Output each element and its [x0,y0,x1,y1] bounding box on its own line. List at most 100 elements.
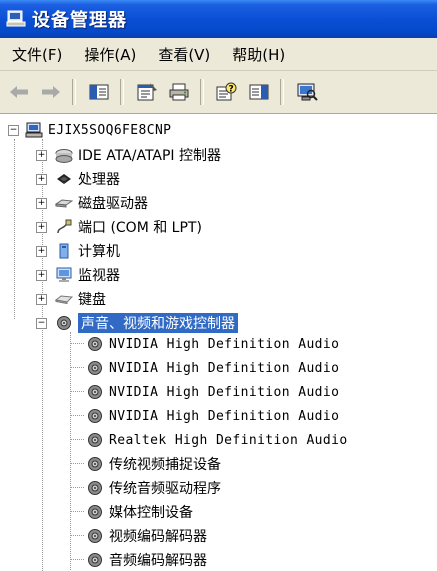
expand-toggle[interactable]: + [36,269,47,281]
tree-device[interactable]: NVIDIA High Definition Audio [86,357,339,379]
expand-toggle[interactable]: + [36,173,47,185]
menu-action[interactable]: 操作(A) [84,44,136,65]
keyboard-icon [54,291,74,307]
help-button[interactable]: ? [214,79,240,105]
device-manager-app-icon [6,10,26,28]
device-label: Realtek High Definition Audio [109,432,348,448]
category-label: 键盘 [78,292,106,308]
device-label: 视频编码解码器 [109,529,207,545]
sound-video-game-icon [55,315,73,331]
menu-file[interactable]: 文件(F) [12,44,62,65]
category-label: 磁盘驱动器 [78,196,148,212]
tree-connector [70,391,84,392]
tree-category[interactable]: + 磁盘驱动器 [36,192,148,214]
tree-device[interactable]: 音频编码解码器 [86,549,207,571]
expand-toggle[interactable]: + [36,197,47,209]
device-label: 媒体控制设备 [109,505,193,521]
tree-category[interactable]: + 键盘 [36,288,106,310]
tree-connector [70,487,84,488]
device-manager-window: 设备管理器 文件(F) 操作(A) 查看(V) 帮助(H) ? − EJIX5S… [0,0,437,571]
audio-device-icon [86,456,104,472]
tree-device[interactable]: 传统视频捕捉设备 [86,453,221,475]
expand-toggle[interactable]: + [36,221,47,233]
forward-arrow-icon [42,86,60,98]
toolbar-separator [280,79,284,105]
tree-connector [70,511,84,512]
tree-device[interactable]: NVIDIA High Definition Audio [86,405,339,427]
menu-help[interactable]: 帮助(H) [232,44,285,65]
audio-device-icon [86,360,104,376]
scan-hardware-button[interactable] [294,79,320,105]
device-tree[interactable]: − EJIX5SOQ6FE8CNP + IDE ATA/ATAPI 控制器 + … [0,114,437,571]
tree-device[interactable]: 视频编码解码器 [86,525,207,547]
title-bar[interactable]: 设备管理器 [0,0,437,38]
tree-device[interactable]: 媒体控制设备 [86,501,193,523]
device-label: 传统视频捕捉设备 [109,457,221,473]
device-label: NVIDIA High Definition Audio [109,336,340,352]
tree-connector [70,343,84,344]
back-arrow-icon [10,86,28,98]
device-label: 传统音频驱动程序 [109,481,221,497]
toolbar: ? [0,71,437,114]
audio-device-icon [86,528,104,544]
properties-icon [137,83,157,101]
expand-toggle[interactable]: + [36,245,47,257]
menu-bar: 文件(F) 操作(A) 查看(V) 帮助(H) [0,38,437,71]
tree-category[interactable]: + IDE ATA/ATAPI 控制器 [36,144,221,166]
tree-category[interactable]: + 计算机 [36,240,120,262]
computer-icon [25,122,43,138]
tree-category[interactable]: + 处理器 [36,168,120,190]
tree-connector [70,367,84,368]
print-icon [169,83,189,101]
show-hide-action-pane-button[interactable] [246,79,272,105]
device-label: NVIDIA High Definition Audio [109,384,340,400]
show-hide-console-tree-button[interactable] [86,79,112,105]
computer-name: EJIX5SOQ6FE8CNP [48,122,172,138]
device-label: 音频编码解码器 [109,553,207,569]
tree-device[interactable]: Realtek High Definition Audio [86,429,348,451]
device-label: NVIDIA High Definition Audio [109,408,340,424]
tree-connector [70,439,84,440]
properties-button[interactable] [134,79,160,105]
category-label: 监视器 [78,268,120,284]
help-icon: ? [216,82,237,101]
disk-drive-icon [54,195,74,211]
window-title: 设备管理器 [32,10,127,31]
tree-root[interactable]: − EJIX5SOQ6FE8CNP [8,119,171,141]
port-icon [55,219,73,235]
collapse-toggle[interactable]: − [36,317,47,329]
category-label: 端口 (COM 和 LPT) [78,220,202,236]
tree-category[interactable]: + 端口 (COM 和 LPT) [36,216,202,238]
svg-text:?: ? [229,85,234,95]
ide-controller-icon [55,147,73,163]
computer-icon [55,243,73,259]
audio-device-icon [86,408,104,424]
tree-connector [70,415,84,416]
back-button[interactable] [6,79,32,105]
toolbar-separator [200,79,204,105]
tree-category-selected[interactable]: − 声音、视频和游戏控制器 [36,312,238,334]
menu-view[interactable]: 查看(V) [158,44,210,65]
scan-hardware-icon [297,83,318,101]
audio-device-icon [86,552,104,568]
tree-device[interactable]: 传统音频驱动程序 [86,477,221,499]
forward-button[interactable] [38,79,64,105]
category-label: 声音、视频和游戏控制器 [78,313,238,333]
expand-toggle[interactable]: + [36,149,47,161]
tree-device[interactable]: NVIDIA High Definition Audio [86,333,339,355]
audio-device-icon [86,336,104,352]
monitor-icon [55,267,73,283]
audio-device-icon [86,480,104,496]
expand-toggle[interactable]: + [36,293,47,305]
print-button[interactable] [166,79,192,105]
tree-connector [70,463,84,464]
device-label: NVIDIA High Definition Audio [109,360,340,376]
tree-device[interactable]: NVIDIA High Definition Audio [86,381,339,403]
processor-icon [55,171,73,187]
toolbar-separator [120,79,124,105]
tree-category[interactable]: + 监视器 [36,264,120,286]
tree-connector [70,535,84,536]
collapse-root-toggle[interactable]: − [8,124,19,136]
category-label: 计算机 [78,244,120,260]
category-label: IDE ATA/ATAPI 控制器 [78,148,222,164]
